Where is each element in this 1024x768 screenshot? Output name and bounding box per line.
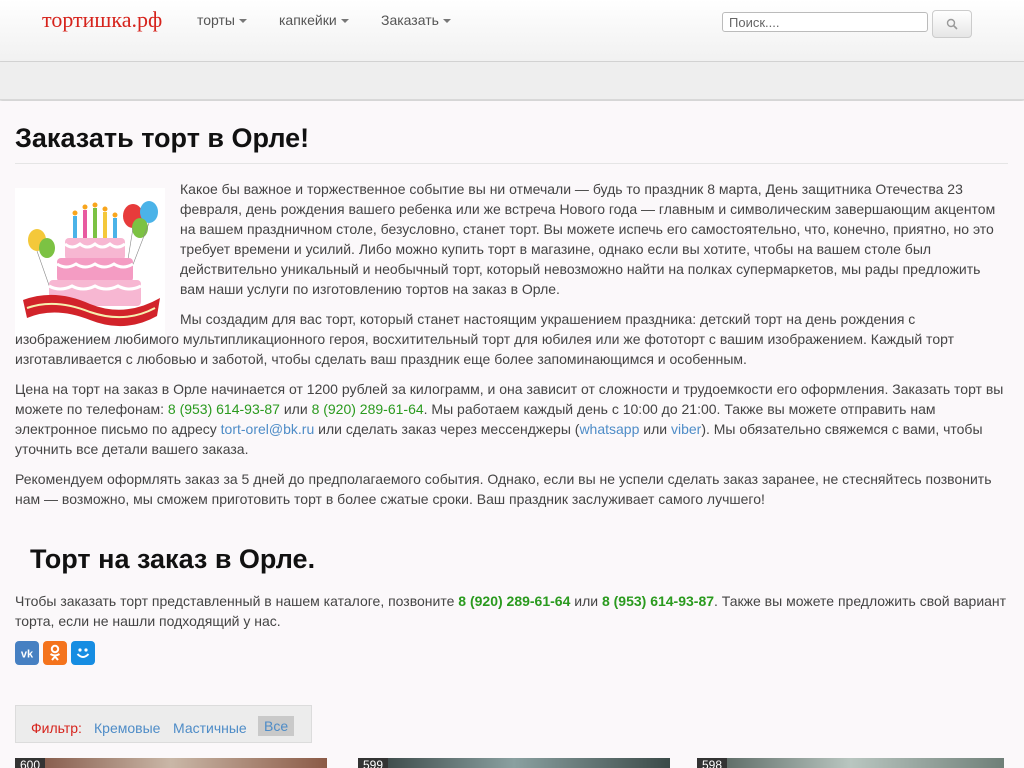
- intro-paragraph: Какое бы важное и торжественное событие …: [180, 181, 996, 297]
- moimir-icon: [76, 648, 90, 658]
- whatsapp-link[interactable]: whatsapp: [579, 421, 639, 437]
- catalog-title: Торт на заказ в Орле.: [30, 544, 316, 574]
- nav-cupcakes-dropdown[interactable]: капкейки: [279, 12, 349, 28]
- messenger-text: или сделать заказ через мессенджеры (: [314, 421, 580, 437]
- caret-down-icon: [442, 19, 451, 24]
- email-link[interactable]: tort-orel@bk.ru: [221, 421, 315, 437]
- catalog-phone-link-2[interactable]: 8 (953) 614-93-87: [602, 593, 714, 609]
- share-odnoklassniki-button[interactable]: [43, 641, 67, 665]
- svg-text:vk: vk: [21, 649, 34, 661]
- brand-logo[interactable]: тортишка.рф: [42, 7, 162, 33]
- text-or: или: [279, 401, 312, 417]
- page-title: Заказать торт в Орле!: [15, 123, 310, 153]
- vk-icon: vk: [21, 649, 34, 661]
- product-card-600[interactable]: 600: [15, 758, 327, 768]
- filter-all-option[interactable]: Все: [258, 716, 295, 736]
- caret-down-icon: [239, 19, 247, 24]
- recommendation-paragraph: Рекомендуем оформлять заказ за 5 дней до…: [15, 471, 992, 507]
- text-or: или: [570, 593, 602, 609]
- search-input[interactable]: [722, 12, 928, 32]
- catalog-filter: Фильтр: Кремовые Мастичные Все: [15, 705, 312, 743]
- catalog-text: Чтобы заказать торт представленный в наш…: [15, 593, 459, 609]
- phone-link-1[interactable]: 8 (953) 614-93-87: [168, 401, 280, 417]
- title-divider: [15, 163, 1008, 164]
- product-number: 600: [15, 758, 46, 768]
- filter-cream-option[interactable]: Кремовые: [94, 720, 160, 736]
- filter-label: Фильтр:: [31, 720, 82, 736]
- price-contacts-paragraph: Цена на торт на заказ в Орле начинается …: [15, 379, 1008, 459]
- main-content: Заказать торт в Орле! Какое бы важное и …: [0, 101, 1024, 768]
- search-icon: [946, 18, 958, 30]
- odnoklassniki-icon: [49, 644, 61, 661]
- services-paragraph: Мы создадим для вас торт, который станет…: [15, 311, 954, 367]
- viber-link[interactable]: viber: [671, 421, 701, 437]
- nav-cakes-dropdown[interactable]: торты: [197, 12, 247, 28]
- product-card-599[interactable]: 599: [358, 758, 670, 768]
- navbar: тортишка.рф торты капкейки Заказать: [0, 0, 1024, 62]
- product-number: 599: [358, 758, 389, 768]
- caret-down-icon: [340, 19, 349, 24]
- search-button[interactable]: [932, 10, 972, 38]
- share-moimir-button[interactable]: [71, 641, 95, 665]
- product-number: 598: [697, 758, 728, 768]
- text-or: или: [639, 421, 671, 437]
- nav-order-dropdown[interactable]: Заказать: [381, 12, 451, 28]
- nav-cakes-label: торты: [197, 12, 235, 28]
- product-card-598[interactable]: 598: [697, 758, 1004, 768]
- catalog-phone-link-1[interactable]: 8 (920) 289-61-64: [458, 593, 570, 609]
- filter-fondant-option[interactable]: Мастичные: [173, 720, 247, 736]
- nav-cupcakes-label: капкейки: [279, 12, 337, 28]
- phone-link-2[interactable]: 8 (920) 289-61-64: [312, 401, 424, 417]
- catalog-paragraph: Чтобы заказать торт представленный в наш…: [15, 591, 1008, 631]
- share-vk-button[interactable]: vk: [15, 641, 39, 665]
- header-subband: [0, 62, 1024, 100]
- nav-order-label: Заказать: [381, 12, 439, 28]
